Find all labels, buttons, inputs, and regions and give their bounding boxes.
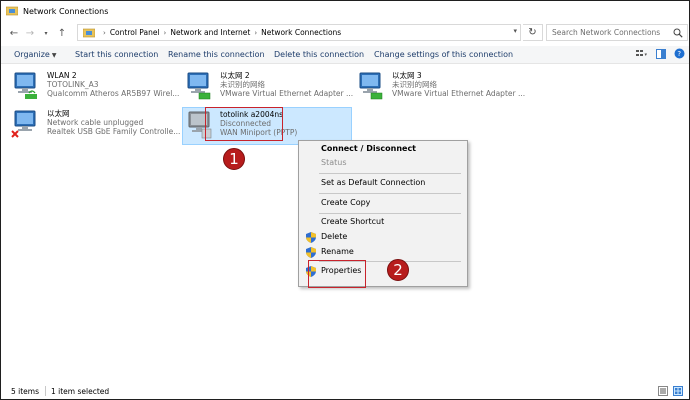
search-placeholder: Search Network Connections [552, 28, 661, 37]
up-arrow-icon[interactable]: ↑ [55, 26, 69, 40]
details-view-icon[interactable] [658, 386, 668, 396]
connection-status: 未识别的网络 [392, 80, 437, 89]
shield-icon [306, 232, 316, 243]
status-bar: 5 items 1 item selected [1, 384, 689, 399]
menu-item-status[interactable]: Status [299, 156, 467, 170]
menu-separator [319, 173, 461, 174]
connection-device: Qualcomm Atheros AR5B97 Wirel... [47, 89, 180, 98]
forward-arrow-icon[interactable]: → [23, 26, 37, 40]
network-adapter-icon [14, 72, 37, 99]
back-arrow-icon[interactable]: ← [7, 26, 21, 40]
breadcrumb-separator: › [254, 28, 258, 37]
selected-count: 1 item selected [51, 387, 110, 396]
shield-icon [306, 247, 316, 258]
connection-text: 以太网 3 未识别的网络 VMware Virtual Ethernet Ada… [392, 71, 525, 98]
status-divider [45, 386, 46, 396]
menu-item-rename[interactable]: Rename [299, 245, 467, 259]
connection-status: Network cable unplugged [47, 118, 144, 127]
explorer-window: Network Connections ← → ▾ ↑ › Control Pa… [0, 0, 690, 400]
menu-item-create-copy[interactable]: Create Copy [299, 196, 467, 210]
tiles-view-icon[interactable] [673, 386, 683, 396]
menu-separator [319, 193, 461, 194]
search-icon[interactable] [673, 28, 683, 38]
search-input[interactable]: Search Network Connections [546, 24, 688, 41]
start-connection-button[interactable]: Start this connection [75, 50, 158, 59]
item-count: 5 items [11, 387, 40, 396]
connection-item-wlan2[interactable]: WLAN 2 TOTOLINK_A3 Qualcomm Atheros AR5B… [11, 69, 181, 107]
connection-text: 以太网 2 未识别的网络 VMware Virtual Ethernet Ada… [220, 71, 353, 98]
svg-text:▾: ▾ [645, 52, 648, 58]
view-options-icon[interactable]: ▾ [636, 49, 648, 59]
menu-item-delete[interactable]: Delete [299, 230, 467, 244]
preview-pane-icon[interactable] [656, 48, 666, 59]
status-view-buttons [658, 386, 683, 396]
breadcrumb-separator: › [163, 28, 167, 37]
svg-text:?: ? [677, 50, 681, 58]
breadcrumb-network-internet[interactable]: Network and Internet [170, 28, 250, 37]
menu-item-label: Rename [321, 247, 354, 256]
title-bar: Network Connections [1, 1, 689, 21]
organize-label: Organize [14, 50, 50, 59]
view-options: ▾ ? [636, 48, 685, 59]
delete-connection-button[interactable]: Delete this connection [274, 50, 364, 59]
refresh-icon[interactable]: ↻ [523, 24, 543, 41]
breadcrumb-network-connections[interactable]: Network Connections [261, 28, 341, 37]
menu-item-connect-disconnect[interactable]: Connect / Disconnect [299, 142, 467, 156]
network-folder-icon [6, 6, 18, 16]
connection-item-ethernet2[interactable]: 以太网 2 未识别的网络 VMware Virtual Ethernet Ada… [184, 69, 354, 107]
rename-connection-button[interactable]: Rename this connection [168, 50, 265, 59]
menu-item-set-default[interactable]: Set as Default Connection [299, 176, 467, 190]
recent-dropdown-icon[interactable]: ▾ [39, 26, 53, 40]
menu-item-create-shortcut[interactable]: Create Shortcut [299, 215, 467, 229]
network-adapter-icon [187, 72, 211, 100]
address-field[interactable]: › Control Panel › Network and Internet ›… [77, 24, 521, 41]
connection-name: WLAN 2 [47, 71, 77, 80]
connection-name: 以太网 [47, 109, 70, 118]
network-adapter-icon [359, 72, 383, 100]
chevron-down-icon: ▼ [51, 52, 57, 59]
change-settings-button[interactable]: Change settings of this connection [374, 50, 513, 59]
connection-device: VMware Virtual Ethernet Adapter ... [392, 89, 526, 98]
chevron-down-icon[interactable]: ▾ [513, 27, 517, 35]
connection-name: 以太网 3 [392, 71, 422, 80]
step-marker-1: 1 [223, 148, 245, 170]
address-bar: ← → ▾ ↑ › Control Panel › Network and In… [1, 21, 689, 45]
connection-text: 以太网 Network cable unplugged Realtek USB … [47, 109, 180, 136]
connection-status: 未识别的网络 [220, 80, 265, 89]
connection-device: Realtek USB GbE Family Controlle... [47, 127, 181, 136]
step-marker-2: 2 [387, 259, 409, 281]
highlight-box-properties [308, 260, 366, 288]
connection-item-ethernet3[interactable]: 以太网 3 未识别的网络 VMware Virtual Ethernet Ada… [356, 69, 526, 107]
command-bar: Organize ▼ Start this connection Rename t… [1, 46, 689, 64]
connection-item-ethernet[interactable]: 以太网 Network cable unplugged Realtek USB … [11, 107, 181, 145]
menu-separator [319, 213, 461, 214]
organize-button[interactable]: Organize ▼ [14, 50, 56, 59]
breadcrumb-separator: › [103, 28, 106, 37]
breadcrumb-control-panel[interactable]: Control Panel [110, 28, 160, 37]
connection-name: 以太网 2 [220, 71, 250, 80]
highlight-box-connection [205, 107, 283, 141]
network-folder-icon [83, 28, 95, 37]
network-adapter-icon [11, 110, 36, 138]
connection-device: VMware Virtual Ethernet Adapter ... [220, 89, 354, 98]
connection-status: TOTOLINK_A3 [47, 80, 99, 89]
connection-text: WLAN 2 TOTOLINK_A3 Qualcomm Atheros AR5B… [47, 71, 179, 98]
window-title: Network Connections [23, 6, 109, 16]
menu-item-label: Delete [321, 232, 348, 241]
help-icon[interactable]: ? [674, 48, 685, 59]
